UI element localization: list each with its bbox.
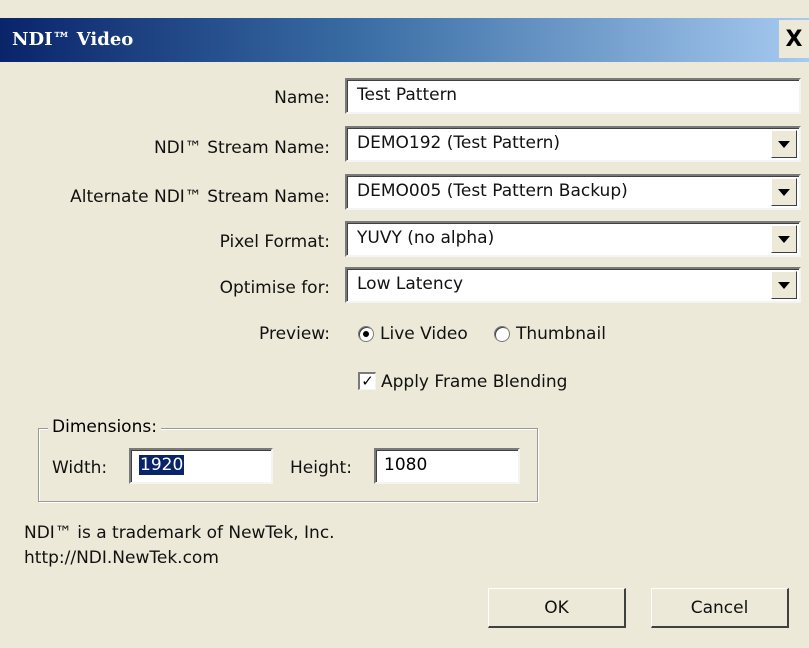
optimise-select[interactable]: Low Latency: [345, 267, 801, 303]
radio-selected-dot: [363, 331, 369, 337]
frame-blending-label[interactable]: Apply Frame Blending: [381, 370, 567, 394]
name-input[interactable]: Test Pattern: [345, 78, 801, 114]
radio-thumbnail[interactable]: [494, 326, 510, 342]
optimise-dropdown-button[interactable]: [771, 271, 797, 299]
alt-stream-name-label: Alternate NDI™ Stream Name:: [70, 187, 330, 207]
radio-live-video-label[interactable]: Live Video: [380, 322, 468, 346]
radio-thumbnail-label[interactable]: Thumbnail: [516, 322, 606, 346]
cancel-button-label: Cancel: [690, 597, 749, 618]
height-label: Height:: [290, 458, 352, 478]
height-input[interactable]: 1080: [374, 448, 520, 484]
title-bar[interactable]: NDI™ Video X: [0, 18, 809, 62]
pixel-format-label: Pixel Format:: [219, 232, 330, 252]
width-input-value: 1920: [139, 455, 185, 475]
pixel-format-dropdown-button[interactable]: [771, 225, 797, 253]
preview-label: Preview:: [259, 324, 330, 344]
alt-stream-name-select[interactable]: DEMO005 (Test Pattern Backup): [345, 174, 801, 210]
optimise-label: Optimise for:: [219, 278, 330, 298]
cancel-button[interactable]: Cancel: [651, 588, 789, 628]
radio-live-video[interactable]: [358, 326, 374, 342]
stream-name-select[interactable]: DEMO192 (Test Pattern): [345, 126, 801, 162]
stream-name-label: NDI™ Stream Name:: [153, 138, 330, 158]
trademark-text: NDI™ is a trademark of NewTek, Inc.: [24, 523, 335, 543]
ok-button-label: OK: [544, 597, 569, 618]
checkmark-icon: ✓: [361, 372, 374, 390]
ndi-video-dialog: NDI™ Video X Name: Test Pattern NDI™ Str…: [0, 0, 809, 648]
chevron-down-icon: [778, 140, 790, 148]
alt-stream-name-dropdown-button[interactable]: [771, 178, 797, 206]
frame-blending-checkbox[interactable]: ✓: [358, 372, 376, 390]
chevron-down-icon: [778, 281, 790, 289]
optimise-value: Low Latency: [357, 274, 464, 294]
width-label: Width:: [52, 458, 108, 478]
close-icon: X: [785, 26, 803, 52]
close-button[interactable]: X: [779, 20, 809, 58]
window-title: NDI™ Video: [12, 29, 134, 50]
name-input-value: Test Pattern: [357, 85, 458, 105]
pixel-format-value: YUVY (no alpha): [357, 228, 495, 248]
height-input-value: 1080: [384, 455, 428, 475]
name-label: Name:: [274, 88, 330, 108]
stream-name-dropdown-button[interactable]: [771, 130, 797, 158]
ndi-url-text: http://NDI.NewTek.com: [24, 548, 219, 568]
stream-name-value: DEMO192 (Test Pattern): [357, 133, 561, 153]
dimensions-legend: Dimensions:: [48, 417, 161, 437]
width-selected-text: 1920: [139, 455, 185, 475]
pixel-format-select[interactable]: YUVY (no alpha): [345, 221, 801, 257]
chevron-down-icon: [778, 188, 790, 196]
ok-button[interactable]: OK: [488, 588, 626, 628]
chevron-down-icon: [778, 235, 790, 243]
alt-stream-name-value: DEMO005 (Test Pattern Backup): [357, 181, 628, 201]
width-input[interactable]: 1920: [129, 448, 273, 484]
